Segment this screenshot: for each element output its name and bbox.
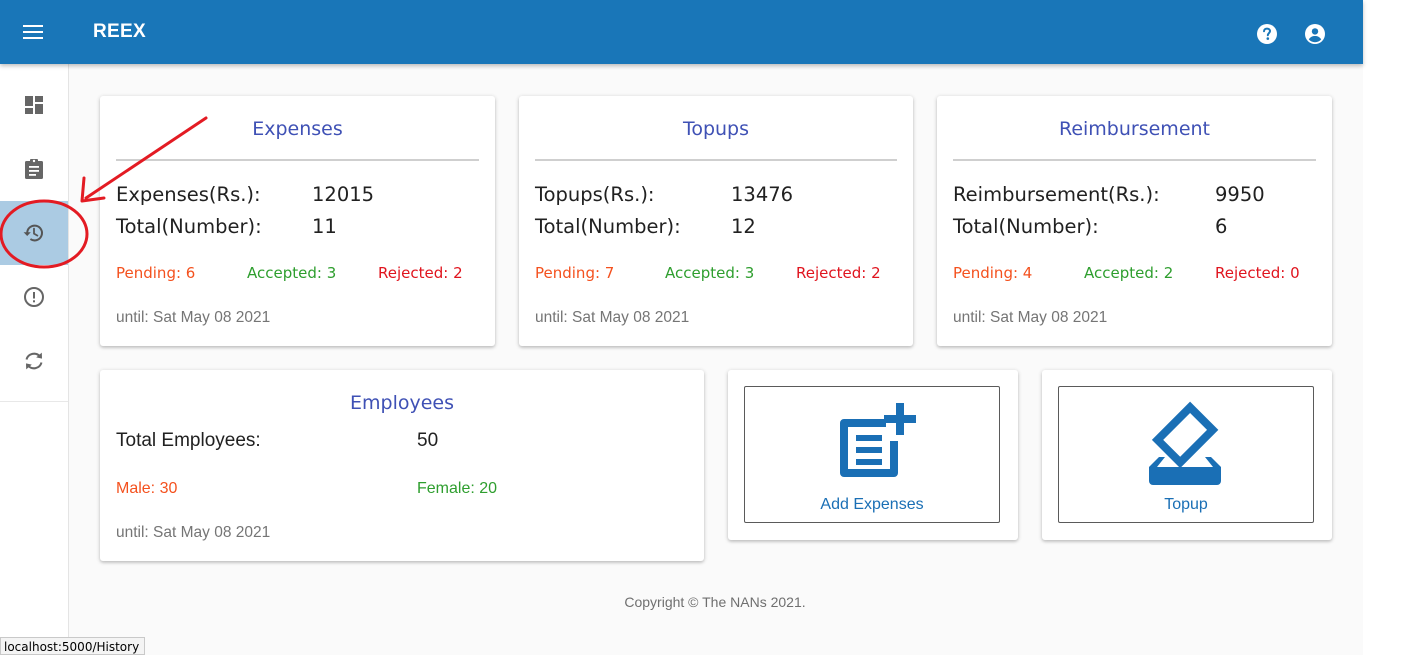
amount-label: Expenses(Rs.): bbox=[116, 183, 261, 206]
reimbursement-card: Reimbursement Reimbursement(Rs.): 9950 T… bbox=[937, 96, 1332, 346]
menu-icon bbox=[23, 25, 43, 39]
expenses-card: Expenses Expenses(Rs.): 12015 Total(Numb… bbox=[100, 96, 495, 346]
card-divider bbox=[535, 159, 897, 161]
card-title: Employees bbox=[350, 392, 454, 414]
card-title: Topups bbox=[682, 118, 750, 140]
amount-value: 13476 bbox=[731, 183, 794, 206]
card-divider bbox=[953, 159, 1316, 161]
sidebar-item-dashboard[interactable] bbox=[0, 73, 68, 137]
employees-card: Employees Total Employees: 50 Male: 30 F… bbox=[100, 370, 704, 561]
until-date: until: Sat May 08 2021 bbox=[535, 309, 690, 326]
total-employees-label: Total Employees: bbox=[116, 430, 261, 451]
total-label: Total(Number): bbox=[116, 215, 262, 238]
until-date: until: Sat May 08 2021 bbox=[953, 309, 1108, 326]
help-button[interactable] bbox=[1255, 22, 1279, 46]
sidebar-item-assignments[interactable] bbox=[0, 137, 68, 201]
dashboard-icon bbox=[25, 96, 43, 114]
topup-button[interactable]: Topup bbox=[1058, 386, 1314, 523]
card-title: Reimbursement bbox=[1058, 118, 1211, 140]
sidebar-item-history[interactable] bbox=[0, 201, 68, 265]
until-date: until: Sat May 08 2021 bbox=[116, 524, 271, 541]
menu-button[interactable] bbox=[18, 18, 48, 46]
amount-label: Reimbursement(Rs.): bbox=[953, 183, 1160, 206]
sidebar bbox=[0, 64, 69, 655]
card-title: Expenses bbox=[252, 118, 343, 140]
sidebar-item-sync[interactable] bbox=[0, 329, 68, 393]
total-value: 11 bbox=[312, 215, 337, 238]
amount-value: 12015 bbox=[312, 183, 375, 206]
app-bar: REEX bbox=[0, 0, 1363, 64]
pending-count: Pending: 4 bbox=[953, 264, 1033, 282]
rejected-count: Rejected: 0 bbox=[1215, 264, 1300, 282]
total-value: 6 bbox=[1215, 215, 1228, 238]
footer-copyright: Copyright © The NANs 2021. bbox=[624, 594, 806, 610]
amount-value: 9950 bbox=[1215, 183, 1265, 206]
accepted-count: Accepted: 3 bbox=[247, 264, 337, 282]
accepted-count: Accepted: 3 bbox=[665, 264, 755, 282]
female-count: Female: 20 bbox=[417, 480, 498, 497]
topups-card: Topups Topups(Rs.): 13476 Total(Number):… bbox=[519, 96, 913, 346]
add-expenses-card: Add Expenses bbox=[728, 370, 1018, 540]
help-icon bbox=[1257, 24, 1277, 44]
app-root: REEX Expenses Expenses(Rs.): 12015 Total… bbox=[0, 0, 1363, 655]
accepted-count: Accepted: 2 bbox=[1084, 264, 1174, 282]
status-bar-url: localhost:5000/History bbox=[0, 637, 146, 655]
card-divider bbox=[116, 159, 479, 161]
post-add-icon bbox=[840, 403, 916, 477]
alert-circle-icon bbox=[24, 287, 44, 307]
total-value: 12 bbox=[731, 215, 756, 238]
topup-label: Topup bbox=[1164, 496, 1208, 513]
sidebar-item-alerts[interactable] bbox=[0, 265, 68, 329]
app-title[interactable]: REEX bbox=[93, 21, 146, 43]
topup-card: Topup bbox=[1042, 370, 1332, 540]
total-label: Total(Number): bbox=[535, 215, 681, 238]
add-expenses-button[interactable]: Add Expenses bbox=[744, 386, 1000, 523]
total-label: Total(Number): bbox=[953, 215, 1099, 238]
amount-label: Topups(Rs.): bbox=[535, 183, 655, 206]
male-count: Male: 30 bbox=[116, 480, 178, 497]
how-to-vote-icon bbox=[1149, 401, 1221, 485]
pending-count: Pending: 6 bbox=[116, 264, 196, 282]
total-employees-value: 50 bbox=[417, 430, 439, 451]
account-button[interactable] bbox=[1303, 22, 1327, 46]
account-circle-icon bbox=[1305, 24, 1325, 44]
rejected-count: Rejected: 2 bbox=[796, 264, 881, 282]
until-date: until: Sat May 08 2021 bbox=[116, 309, 271, 326]
rejected-count: Rejected: 2 bbox=[378, 264, 463, 282]
clipboard-icon bbox=[25, 159, 43, 179]
add-expenses-label: Add Expenses bbox=[820, 496, 924, 513]
pending-count: Pending: 7 bbox=[535, 264, 615, 282]
sync-icon bbox=[25, 352, 43, 370]
sidebar-divider bbox=[0, 401, 68, 402]
history-icon bbox=[23, 224, 43, 242]
